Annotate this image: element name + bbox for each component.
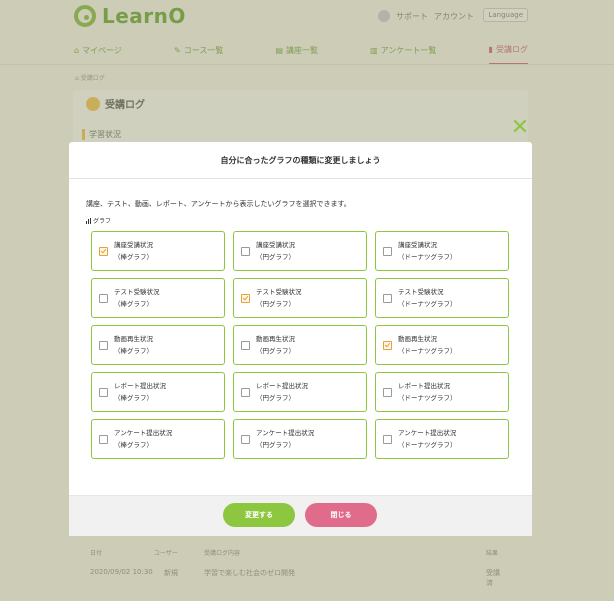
graph-option-checkbox[interactable]	[383, 246, 392, 256]
graph-option-type: （棒グラフ）	[114, 394, 153, 402]
graph-option-label: テスト受験状況 （ドーナツグラフ）	[398, 286, 457, 310]
graph-option[interactable]: レポート提出状況 （ドーナツグラフ）	[375, 372, 509, 412]
graph-option-label: アンケート提出状況 （棒グラフ）	[114, 427, 172, 451]
graph-option-type: （円グラフ）	[256, 300, 295, 308]
graph-option-label: レポート提出状況 （ドーナツグラフ）	[398, 380, 457, 404]
graph-option-label: レポート提出状況 （円グラフ）	[256, 380, 308, 404]
graph-option-label: 講座受講状況 （円グラフ）	[256, 239, 295, 263]
graph-option-label: テスト受験状況 （棒グラフ）	[114, 286, 160, 310]
graph-option-title: 講座受講状況	[256, 241, 295, 249]
graph-option-type: （円グラフ）	[256, 253, 295, 261]
graph-option-checkbox[interactable]	[241, 434, 250, 444]
graph-option-type: （円グラフ）	[256, 394, 295, 402]
close-button[interactable]: 閉じる	[305, 503, 377, 527]
graph-option-type: （円グラフ）	[256, 441, 295, 449]
graph-option-title: 講座受講状況	[114, 241, 153, 249]
graph-option-title: 動画再生状況	[398, 335, 437, 343]
graph-option-title: テスト受験状況	[256, 288, 302, 296]
graph-option[interactable]: テスト受験状況 （ドーナツグラフ）	[375, 278, 509, 318]
graph-option-label: テスト受験状況 （円グラフ）	[256, 286, 302, 310]
graph-option[interactable]: テスト受験状況 （棒グラフ）	[91, 278, 225, 318]
graph-option-title: アンケート提出状況	[398, 429, 457, 437]
graph-option-title: レポート提出状況	[114, 382, 166, 390]
graph-option-checkbox[interactable]	[99, 246, 108, 256]
modal-title: 自分に合ったグラフの種類に変更しましょう	[69, 142, 532, 179]
graph-option[interactable]: レポート提出状況 （棒グラフ）	[91, 372, 225, 412]
graph-option-type: （棒グラフ）	[114, 347, 153, 355]
graph-option-label: レポート提出状況 （棒グラフ）	[114, 380, 166, 404]
graph-option[interactable]: アンケート提出状況 （ドーナツグラフ）	[375, 419, 509, 459]
graph-option[interactable]: 講座受講状況 （ドーナツグラフ）	[375, 231, 509, 271]
graph-option[interactable]: 講座受講状況 （円グラフ）	[233, 231, 367, 271]
graph-option-title: 講座受講状況	[398, 241, 437, 249]
graph-option-title: テスト受験状況	[398, 288, 444, 296]
graph-option[interactable]: アンケート提出状況 （円グラフ）	[233, 419, 367, 459]
graph-option-checkbox[interactable]	[99, 340, 108, 350]
graph-option-type: （ドーナツグラフ）	[398, 253, 457, 261]
graph-option[interactable]: 動画再生状況 （円グラフ）	[233, 325, 367, 365]
graph-option-checkbox[interactable]	[383, 387, 392, 397]
graph-option-title: レポート提出状況	[256, 382, 308, 390]
graph-option-checkbox[interactable]	[383, 434, 392, 444]
graph-option[interactable]: テスト受験状況 （円グラフ）	[233, 278, 367, 318]
graph-option-checkbox[interactable]	[241, 293, 250, 303]
graph-option-checkbox[interactable]	[241, 340, 250, 350]
graph-option-checkbox[interactable]	[241, 387, 250, 397]
graph-option[interactable]: レポート提出状況 （円グラフ）	[233, 372, 367, 412]
graph-option-title: 動画再生状況	[114, 335, 153, 343]
graph-option-label: 動画再生状況 （ドーナツグラフ）	[398, 333, 457, 357]
graph-options-grid: 講座受講状況 （棒グラフ） 講座受講状況 （円グラフ） 講座受講状況 （ドーナツグラフ）テ…	[91, 231, 510, 459]
graph-option[interactable]: 講座受講状況 （棒グラフ）	[91, 231, 225, 271]
graph-option[interactable]: アンケート提出状況 （棒グラフ）	[91, 419, 225, 459]
graph-option-label: 講座受講状況 （ドーナツグラフ）	[398, 239, 457, 263]
modal-footer: 変更する 閉じる	[69, 495, 532, 536]
graph-option-label: 講座受講状況 （棒グラフ）	[114, 239, 153, 263]
graph-option-checkbox[interactable]	[383, 293, 392, 303]
graph-option-checkbox[interactable]	[383, 340, 392, 350]
graph-option[interactable]: 動画再生状況 （棒グラフ）	[91, 325, 225, 365]
graph-option-type: （ドーナツグラフ）	[398, 394, 457, 402]
graph-option-label: アンケート提出状況 （ドーナツグラフ）	[398, 427, 457, 451]
graph-option-type: （ドーナツグラフ）	[398, 300, 457, 308]
graph-section-label: グラフ	[86, 216, 111, 225]
graph-option-checkbox[interactable]	[241, 246, 250, 256]
graph-option-checkbox[interactable]	[99, 293, 108, 303]
graph-option-type: （円グラフ）	[256, 347, 295, 355]
graph-option-type: （棒グラフ）	[114, 441, 153, 449]
change-button[interactable]: 変更する	[223, 503, 295, 527]
graph-option-type: （棒グラフ）	[114, 253, 153, 261]
graph-option-title: アンケート提出状況	[256, 429, 315, 437]
graph-option-type: （ドーナツグラフ）	[398, 347, 457, 355]
graph-option[interactable]: 動画再生状況 （ドーナツグラフ）	[375, 325, 509, 365]
graph-option-title: テスト受験状況	[114, 288, 160, 296]
graph-option-label: 動画再生状況 （円グラフ）	[256, 333, 295, 357]
close-icon[interactable]: ✕	[510, 117, 530, 139]
graph-option-title: アンケート提出状況	[114, 429, 173, 437]
graph-label-text: グラフ	[93, 218, 112, 225]
graph-option-title: 動画再生状況	[256, 335, 295, 343]
graph-option-checkbox[interactable]	[99, 434, 108, 444]
graph-option-title: レポート提出状況	[398, 382, 450, 390]
bar-chart-icon	[86, 217, 91, 224]
graph-option-label: 動画再生状況 （棒グラフ）	[114, 333, 153, 357]
graph-select-modal: 自分に合ったグラフの種類に変更しましょう 講座、テスト、動画、レポート、アンケー…	[69, 142, 532, 536]
graph-option-type: （ドーナツグラフ）	[398, 441, 457, 449]
modal-description: 講座、テスト、動画、レポート、アンケートから表示したいグラフを選択できます。	[86, 200, 351, 208]
graph-option-checkbox[interactable]	[99, 387, 108, 397]
graph-option-type: （棒グラフ）	[114, 300, 153, 308]
graph-option-label: アンケート提出状況 （円グラフ）	[256, 427, 314, 451]
